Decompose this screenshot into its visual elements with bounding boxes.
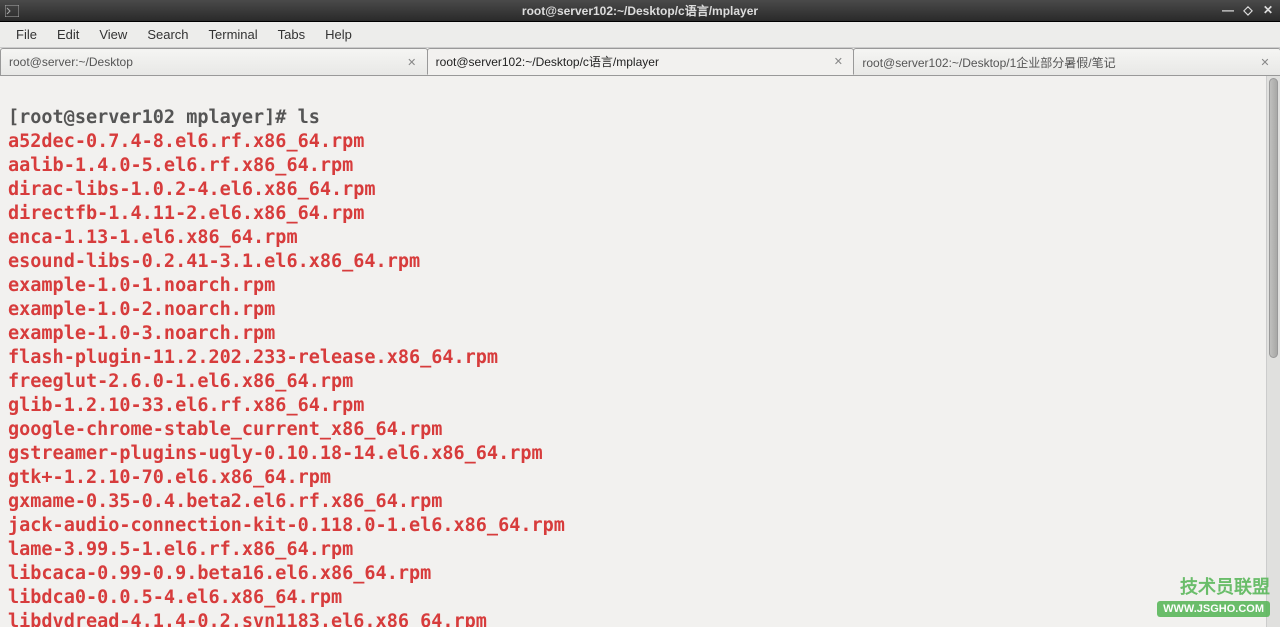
file-entry: gstreamer-plugins-ugly-0.10.18-14.el6.x8…	[8, 443, 543, 464]
close-icon[interactable]: ✕	[1258, 55, 1272, 69]
file-entry: flash-plugin-11.2.202.233-release.x86_64…	[8, 347, 498, 368]
file-entry: glib-1.2.10-33.el6.rf.x86_64.rpm	[8, 395, 364, 416]
file-entry: freeglut-2.6.0-1.el6.x86_64.rpm	[8, 371, 353, 392]
shell-prompt: [root@server102 mplayer]#	[8, 107, 298, 128]
file-entry: google-chrome-stable_current_x86_64.rpm	[8, 419, 442, 440]
menubar: File Edit View Search Terminal Tabs Help	[0, 22, 1280, 48]
shell-command: ls	[298, 107, 320, 128]
watermark: 技术员联盟 WWW.JSGHO.COM	[1157, 573, 1270, 617]
menu-terminal[interactable]: Terminal	[199, 23, 268, 46]
scrollbar-thumb[interactable]	[1269, 78, 1278, 358]
file-entry: example-1.0-3.noarch.rpm	[8, 323, 275, 344]
file-entry: libcaca-0.99-0.9.beta16.el6.x86_64.rpm	[8, 563, 431, 584]
file-entry: gtk+-1.2.10-70.el6.x86_64.rpm	[8, 467, 331, 488]
menu-help[interactable]: Help	[315, 23, 362, 46]
tab-desktop[interactable]: root@server:~/Desktop ✕	[0, 48, 428, 75]
file-entry: libdvdread-4.1.4-0.2.svn1183.el6.x86_64.…	[8, 611, 487, 627]
file-entry: lame-3.99.5-1.el6.rf.x86_64.rpm	[8, 539, 353, 560]
minimize-button[interactable]: —	[1220, 2, 1236, 18]
maximize-button[interactable]: ◇	[1240, 2, 1256, 18]
file-entry: jack-audio-connection-kit-0.118.0-1.el6.…	[8, 515, 565, 536]
tab-label: root@server102:~/Desktop/c语言/mplayer	[436, 53, 659, 70]
file-entry: directfb-1.4.11-2.el6.x86_64.rpm	[8, 203, 364, 224]
menu-tabs[interactable]: Tabs	[268, 23, 315, 46]
scrollbar[interactable]	[1266, 76, 1280, 627]
tab-label: root@server:~/Desktop	[9, 55, 133, 69]
terminal-app-icon	[4, 3, 20, 19]
tab-bar: root@server:~/Desktop ✕ root@server102:~…	[0, 48, 1280, 76]
file-entry: dirac-libs-1.0.2-4.el6.x86_64.rpm	[8, 179, 376, 200]
close-icon[interactable]: ✕	[831, 55, 845, 69]
menu-search[interactable]: Search	[137, 23, 198, 46]
file-entry: gxmame-0.35-0.4.beta2.el6.rf.x86_64.rpm	[8, 491, 442, 512]
file-entry: a52dec-0.7.4-8.el6.rf.x86_64.rpm	[8, 131, 364, 152]
file-entry: example-1.0-2.noarch.rpm	[8, 299, 275, 320]
window-title: root@server102:~/Desktop/c语言/mplayer	[522, 2, 758, 19]
titlebar: root@server102:~/Desktop/c语言/mplayer — ◇…	[0, 0, 1280, 22]
tab-notes[interactable]: root@server102:~/Desktop/1企业部分暑假/笔记 ✕	[853, 48, 1280, 75]
watermark-text: 技术员联盟	[1180, 577, 1270, 597]
file-entry: enca-1.13-1.el6.x86_64.rpm	[8, 227, 298, 248]
tab-label: root@server102:~/Desktop/1企业部分暑假/笔记	[862, 54, 1115, 71]
file-entry: example-1.0-1.noarch.rpm	[8, 275, 275, 296]
menu-view[interactable]: View	[89, 23, 137, 46]
menu-edit[interactable]: Edit	[47, 23, 89, 46]
close-button[interactable]: ✕	[1260, 2, 1276, 18]
watermark-url: WWW.JSGHO.COM	[1157, 601, 1270, 617]
file-entry: aalib-1.4.0-5.el6.rf.x86_64.rpm	[8, 155, 353, 176]
window-controls: — ◇ ✕	[1220, 2, 1276, 18]
file-entry: esound-libs-0.2.41-3.1.el6.x86_64.rpm	[8, 251, 420, 272]
close-icon[interactable]: ✕	[405, 55, 419, 69]
tab-mplayer[interactable]: root@server102:~/Desktop/c语言/mplayer ✕	[427, 48, 855, 75]
terminal-output[interactable]: [root@server102 mplayer]# ls a52dec-0.7.…	[0, 76, 1280, 627]
menu-file[interactable]: File	[6, 23, 47, 46]
file-entry: libdca0-0.0.5-4.el6.x86_64.rpm	[8, 587, 342, 608]
